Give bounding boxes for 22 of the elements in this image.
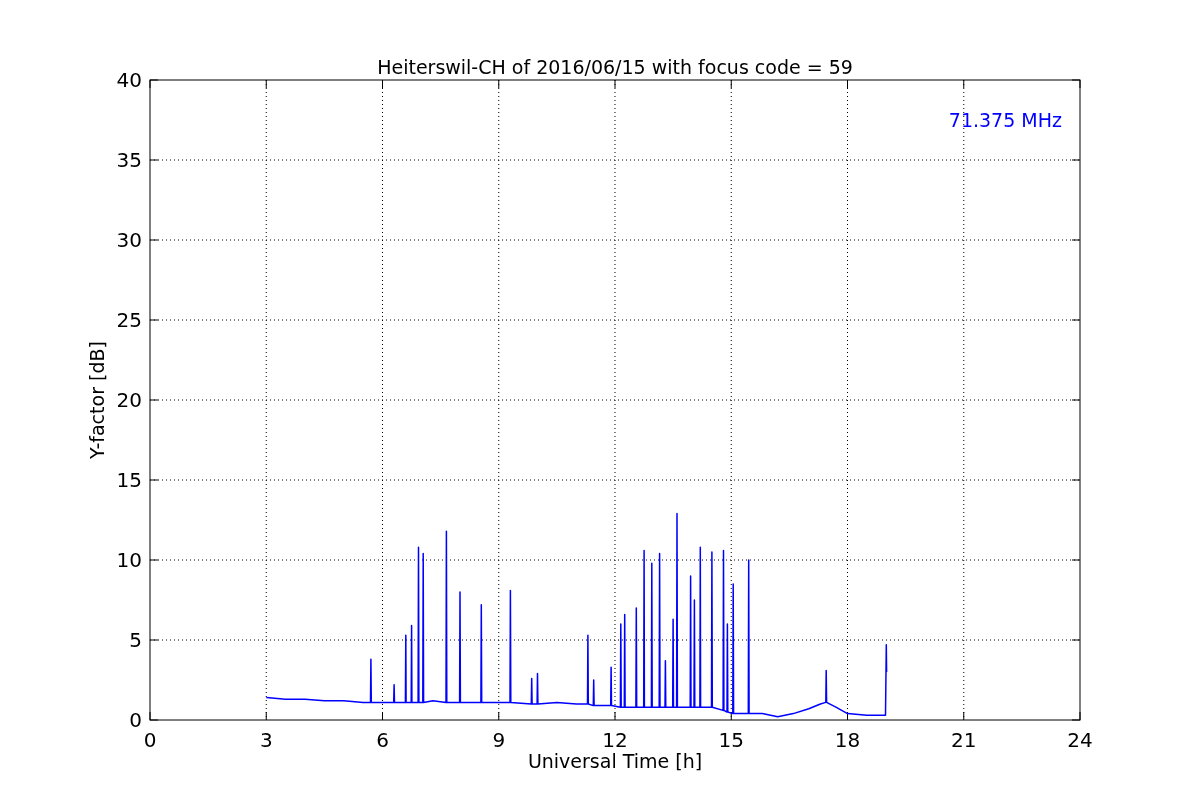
y-tick-label: 20 (116, 388, 142, 412)
x-tick-label: 12 (602, 728, 628, 752)
y-tick-label: 10 (116, 548, 142, 572)
series-label: 71.375 MHz (948, 109, 1062, 131)
y-tick-label: 25 (116, 308, 142, 332)
x-tick-label: 21 (951, 728, 977, 752)
y-tick-label: 5 (129, 628, 142, 652)
x-tick-label: 24 (1067, 728, 1093, 752)
x-tick-label: 15 (718, 728, 744, 752)
y-tick-label: 0 (129, 708, 142, 732)
chart-title: Heiterswil-CH of 2016/06/15 with focus code = 59 (377, 56, 853, 78)
x-tick-label: 0 (143, 728, 157, 752)
x-tick-label: 3 (259, 728, 273, 752)
y-tick-label: 40 (116, 68, 142, 92)
y-tick-label: 15 (116, 468, 142, 492)
x-tick-label: 18 (834, 728, 861, 752)
x-tick-label: 6 (376, 728, 389, 752)
x-axis-label: Universal Time [h] (527, 750, 703, 772)
y-axis-label: Y-factor [dB] (86, 341, 108, 459)
x-tick-label: 9 (492, 728, 506, 752)
y-tick-label: 35 (116, 148, 142, 172)
y-tick-label: 30 (116, 228, 142, 252)
